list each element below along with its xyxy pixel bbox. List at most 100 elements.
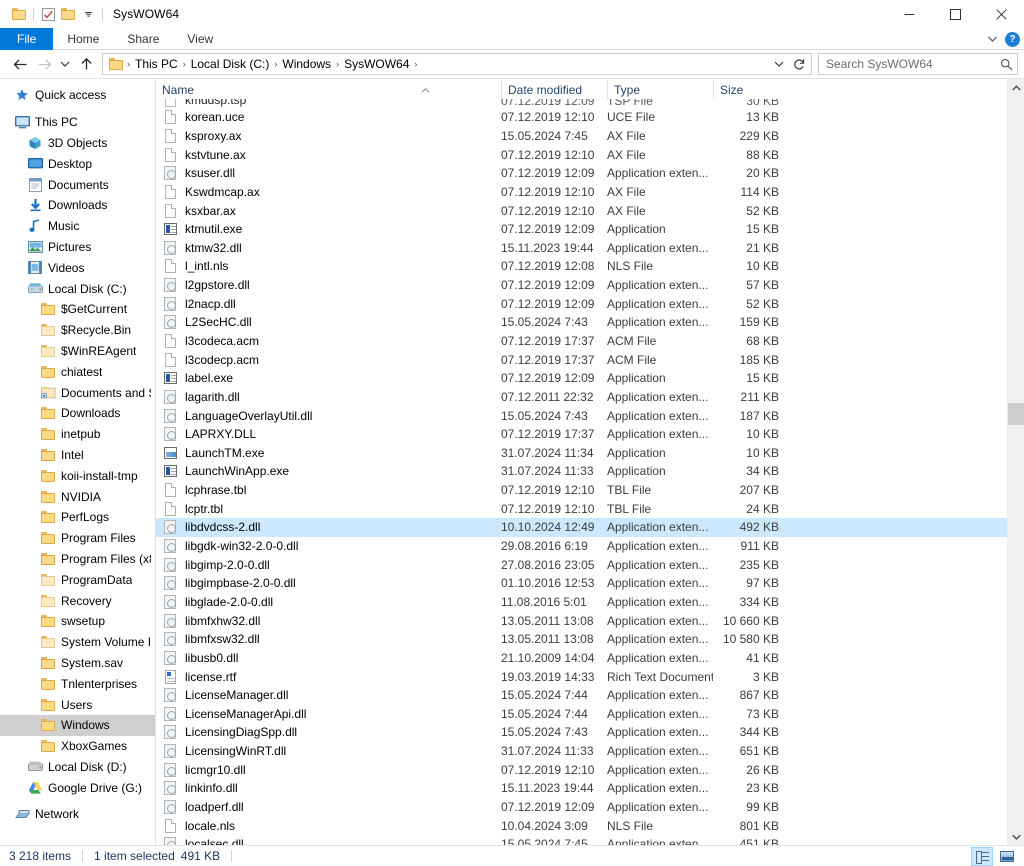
table-row[interactable]: license.rtf 19.03.2019 14:33 Rich Text Doc… [156, 667, 1024, 686]
sidebar-item-getcurrent[interactable]: $GetCurrent [0, 299, 155, 320]
breadcrumb-item-syswow64[interactable]: SysWOW64 [340, 57, 413, 71]
column-header-date-modified[interactable]: Date modified [501, 80, 607, 99]
sidebar-item-system-volume-in[interactable]: System Volume In [0, 632, 155, 653]
table-row[interactable]: libgimp-2.0-0.dll 27.08.2016 23:05 Applica… [156, 555, 1024, 574]
breadcrumb-separator[interactable]: › [413, 59, 418, 69]
table-row[interactable]: loadperf.dll 07.12.2019 12:09 Application … [156, 798, 1024, 817]
breadcrumb-item-local-disk-c[interactable]: Local Disk (C:) [187, 57, 274, 71]
column-header-type[interactable]: Type [607, 80, 713, 99]
customize-qat-chevron-icon[interactable] [78, 3, 98, 25]
scrollbar-thumb[interactable] [1008, 403, 1024, 425]
sidebar-item-inetpub[interactable]: inetpub [0, 424, 155, 445]
sidebar-item-koii-install-tmp[interactable]: koii-install-tmp [0, 465, 155, 486]
sidebar-item-downloads[interactable]: Downloads [0, 403, 155, 424]
table-row[interactable]: LaunchWinApp.exe 31.07.2024 11:33 Applicat… [156, 462, 1024, 481]
sidebar-item-system-sav[interactable]: System.sav [0, 653, 155, 674]
scroll-down-arrow-icon[interactable] [1008, 828, 1024, 845]
minimize-button[interactable] [886, 0, 932, 28]
tab-view[interactable]: View [173, 28, 227, 50]
properties-icon[interactable] [38, 3, 58, 25]
large-icons-view-button[interactable] [996, 847, 1018, 866]
table-row[interactable]: label.exe 07.12.2019 12:09 Application 15 K… [156, 369, 1024, 388]
sidebar-item-nvidia[interactable]: NVIDIA [0, 486, 155, 507]
navigation-pane[interactable]: Quick access This PC 3D Objects Desktop Docu… [0, 79, 155, 845]
sidebar-item-program-files[interactable]: Program Files [0, 528, 155, 549]
sidebar-item-network[interactable]: Network [0, 804, 155, 825]
table-row[interactable]: kstvtune.ax 07.12.2019 12:10 AX File 88 KB [156, 145, 1024, 164]
address-dropdown-chevron-icon[interactable] [769, 52, 789, 76]
table-row[interactable]: l2gpstore.dll 07.12.2019 12:09 Application… [156, 276, 1024, 295]
sidebar-item-documents[interactable]: Documents [0, 174, 155, 195]
table-row[interactable]: ksuser.dll 07.12.2019 12:09 Application ex… [156, 164, 1024, 183]
search-box[interactable] [818, 53, 1018, 75]
table-row[interactable]: Kswdmcap.ax 07.12.2019 12:10 AX File 114 KB [156, 183, 1024, 202]
sidebar-item-downloads[interactable]: Downloads [0, 195, 155, 216]
table-row[interactable]: lcphrase.tbl 07.12.2019 12:10 TBL File 207 … [156, 481, 1024, 500]
sidebar-item-winreagent[interactable]: $WinREAgent [0, 341, 155, 362]
table-row[interactable]: ktmw32.dll 15.11.2023 19:44 Application ex… [156, 238, 1024, 257]
close-button[interactable] [978, 0, 1024, 28]
sidebar-item-google-drive-g[interactable]: Google Drive (G:) [0, 777, 155, 798]
breadcrumb-bar[interactable]: › This PC › Local Disk (C:) › Windows › … [102, 53, 812, 75]
table-row[interactable]: LicensingWinRT.dll 31.07.2024 11:33 Applic… [156, 742, 1024, 761]
tab-file[interactable]: File [0, 28, 54, 50]
table-row[interactable]: lagarith.dll 07.12.2011 22:32 Application … [156, 388, 1024, 407]
breadcrumb-item-windows[interactable]: Windows [278, 57, 335, 71]
help-icon[interactable]: ? [1005, 31, 1020, 47]
refresh-button[interactable] [789, 52, 809, 76]
sidebar-item-local-disk-d[interactable]: Local Disk (D:) [0, 757, 155, 778]
table-row[interactable]: l_intl.nls 07.12.2019 12:08 NLS File 10 KB [156, 257, 1024, 276]
table-row[interactable]: locale.nls 10.04.2024 3:09 NLS File 801 KB [156, 816, 1024, 835]
sidebar-item-recycle-bin[interactable]: $Recycle.Bin [0, 320, 155, 341]
table-row[interactable]: linkinfo.dll 15.11.2023 19:44 Application … [156, 779, 1024, 798]
table-row[interactable]: libmfxsw32.dll 13.05.2011 13:08 Applicatio… [156, 630, 1024, 649]
table-row[interactable]: LicensingDiagSpp.dll 15.05.2024 7:43 Appli… [156, 723, 1024, 742]
breadcrumb-item-this-pc[interactable]: This PC [131, 57, 182, 71]
table-row[interactable]: L2SecHC.dll 15.05.2024 7:43 Application ex… [156, 313, 1024, 332]
sidebar-item-xboxgames[interactable]: XboxGames [0, 736, 155, 757]
maximize-button[interactable] [932, 0, 978, 28]
column-header-size[interactable]: Size [713, 80, 813, 99]
table-row[interactable]: libmfxhw32.dll 13.05.2011 13:08 Applicatio… [156, 611, 1024, 630]
sidebar-item-3d-objects[interactable]: 3D Objects [0, 133, 155, 154]
back-button[interactable] [8, 52, 32, 76]
sidebar-item-intel[interactable]: Intel [0, 445, 155, 466]
file-list-scrollbar[interactable] [1007, 79, 1024, 845]
table-row[interactable]: LAPRXY.DLL 07.12.2019 17:37 Application ex… [156, 425, 1024, 444]
column-header-name[interactable]: Name [156, 80, 501, 99]
table-row[interactable]: korean.uce 07.12.2019 12:10 UCE File 13 KB [156, 108, 1024, 127]
table-row[interactable]: l3codeca.acm 07.12.2019 17:37 ACM File 68 K… [156, 332, 1024, 351]
forward-button[interactable] [32, 52, 56, 76]
tab-home[interactable]: Home [53, 28, 113, 50]
sidebar-item-windows[interactable]: Windows [0, 714, 155, 736]
table-row[interactable]: licmgr10.dll 07.12.2019 12:10 Application … [156, 760, 1024, 779]
table-row[interactable]: LicenseManagerApi.dll 15.05.2024 7:44 Appl… [156, 705, 1024, 724]
file-rows-container[interactable]: kmddsp.tsp 07.12.2019 12:09 TSP File 30 KB k… [156, 99, 1024, 845]
sidebar-item-desktop[interactable]: Desktop [0, 153, 155, 174]
up-button[interactable] [74, 52, 98, 76]
sidebar-item-local-disk-c[interactable]: Local Disk (C:) [0, 278, 155, 299]
sidebar-item-this-pc[interactable]: This PC [0, 112, 155, 133]
sidebar-item-pictures[interactable]: Pictures [0, 237, 155, 258]
sidebar-item-videos[interactable]: Videos [0, 257, 155, 278]
sidebar-item-program-files-x86[interactable]: Program Files (x86 [0, 549, 155, 570]
table-row[interactable]: LicenseManager.dll 15.05.2024 7:44 Applica… [156, 686, 1024, 705]
expand-ribbon-chevron-icon[interactable] [985, 32, 999, 46]
table-row[interactable]: kmddsp.tsp 07.12.2019 12:09 TSP File 30 KB [156, 99, 1024, 108]
table-row[interactable]: libgdk-win32-2.0-0.dll 29.08.2016 6:19 App… [156, 537, 1024, 556]
table-row[interactable]: libdvdcss-2.dll 10.10.2024 12:49 Applicati… [156, 518, 1024, 537]
table-row[interactable]: localsec.dll 15.05.2024 7:45 Application e… [156, 835, 1024, 845]
explorer-app-icon[interactable] [9, 3, 29, 25]
table-row[interactable]: LaunchTM.exe 31.07.2024 11:34 Application 1… [156, 444, 1024, 463]
table-row[interactable]: ksxbar.ax 07.12.2019 12:10 AX File 52 KB [156, 201, 1024, 220]
details-view-button[interactable] [971, 846, 993, 866]
sidebar-item-documents-and-se[interactable]: Documents and Se [0, 382, 155, 403]
table-row[interactable]: l2nacp.dll 07.12.2019 12:09 Application ex… [156, 294, 1024, 313]
sidebar-item-swsetup[interactable]: swsetup [0, 611, 155, 632]
scroll-up-arrow-icon[interactable] [1008, 79, 1024, 96]
tab-share[interactable]: Share [113, 28, 173, 50]
sidebar-item-recovery[interactable]: Recovery [0, 590, 155, 611]
recent-locations-button[interactable] [56, 52, 74, 76]
table-row[interactable]: LanguageOverlayUtil.dll 15.05.2024 7:43 Ap… [156, 406, 1024, 425]
sidebar-item-quick-access[interactable]: Quick access [0, 85, 155, 106]
